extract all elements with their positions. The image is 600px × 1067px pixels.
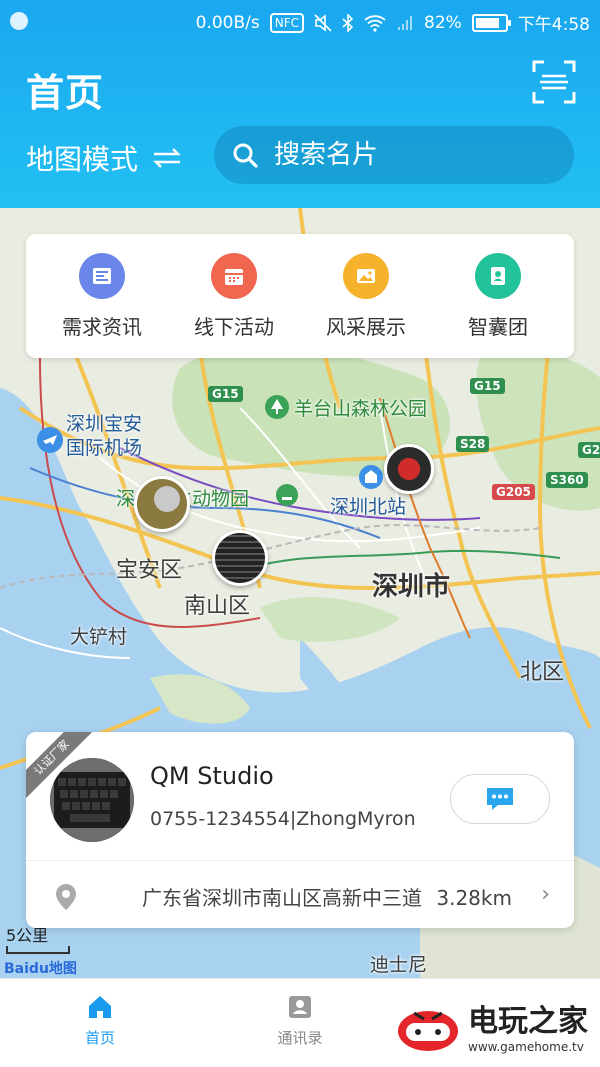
nav-home[interactable]: 首页 [50,993,150,1048]
map-label-shenzhen: 深圳市 [372,572,451,602]
map-pin-photo[interactable] [384,444,434,494]
address-text: 广东省深圳市南山区高新中三道 [142,886,422,910]
search-bar[interactable] [214,126,574,184]
search-input[interactable] [274,140,534,170]
road-sign: S360 [546,472,588,488]
map-pin-photo[interactable] [134,476,190,532]
image-icon [343,252,389,299]
location-pin-icon [56,884,76,910]
divider [26,860,574,861]
company-contact: 0755-1234554|ZhongMyron [150,808,416,830]
category-showcase[interactable]: 风采展示 [301,252,431,340]
message-button[interactable] [450,774,550,824]
chat-icon [487,788,513,810]
nfc-icon: NFC [269,12,305,33]
map-scale: 5公里 [6,922,70,954]
map-mode-label: 地图模式 [26,143,139,176]
map-label-dachan: 大铲村 [70,626,128,648]
map-provider-logo: Baidu地图 [4,961,77,977]
category-label: 智囊团 [468,314,528,339]
category-think-tank[interactable]: 智囊团 [433,252,563,340]
category-events[interactable]: 线下活动 [169,252,299,340]
scale-text: 5公里 [6,926,49,945]
page-title: 首页 [26,71,105,115]
address-row[interactable]: 广东省深圳市南山区高新中三道 3.28km [142,882,512,911]
avatar [50,758,134,842]
park-icon [265,395,289,419]
watermark-title: 电玩之家 [468,1004,588,1039]
map-label-disney: 迪士尼 [370,954,428,976]
id-card-icon [475,252,521,299]
nav-contacts-label: 通讯录 [277,1029,323,1047]
road-sign: G205 [492,484,535,500]
bluetooth-icon [342,13,354,32]
clock: 下午4:58 [517,15,590,35]
zoo-icon [276,484,298,506]
category-label: 风采展示 [326,314,406,339]
news-icon [79,252,125,299]
nav-contacts[interactable]: 通讯录 [250,993,350,1048]
nav-home-label: 首页 [84,1029,115,1047]
map-label-beiqu: 北区 [520,660,565,685]
map-label-nanshan: 南山区 [184,594,251,619]
calendar-icon [211,252,257,299]
header: 0.00B/s NFC 82% 下午4:58 首页 地图模式 [0,0,600,208]
station-icon [359,465,383,489]
company-name: QM Studio [150,762,274,790]
map-label-north-station: 深圳北站 [330,496,407,518]
category-needs[interactable]: 需求资讯 [37,252,167,340]
business-card[interactable]: 认证厂家 QM Studio 0755-1234554|ZhongMyron 广… [26,732,574,928]
map-pin-photo[interactable] [212,530,268,586]
road-sign: G2 [578,442,600,458]
road-sign: G15 [208,386,243,402]
map-label-park: 羊台山森林公园 [294,398,428,420]
watermark-logo [398,1011,458,1051]
home-icon [89,996,111,1018]
watermark-url: www.gamehome.tv [468,1040,584,1054]
road-sign: G15 [470,378,505,394]
map-label-airport: 深圳宝安 国际机场 [66,413,143,459]
scan-icon[interactable] [532,60,576,104]
notification-icon [10,12,28,30]
watermark: 电玩之家 www.gamehome.tv [394,996,588,1054]
road-sign: S28 [456,436,490,452]
network-speed: 0.00B/s [195,12,260,33]
category-card: 需求资讯 线下活动 风采展示 智囊团 [26,234,574,358]
mute-icon [314,13,332,32]
swap-icon [153,148,181,168]
map-label-baoan: 宝安区 [116,558,183,583]
battery-percent: 82% [424,12,462,33]
map-mode-toggle[interactable]: 地图模式 [26,138,182,178]
wifi-icon [364,14,386,32]
chevron-right-icon: › [541,882,550,907]
airport-icon [37,427,63,453]
search-icon [233,143,258,168]
status-bar: 0.00B/s NFC 82% 下午4:58 [0,0,600,42]
contacts-icon [289,996,311,1018]
category-label: 线下活动 [194,314,274,339]
category-label: 需求资讯 [62,314,142,339]
battery-icon [471,13,511,32]
signal-icon [398,15,413,30]
distance-text: 3.28km [436,886,512,910]
